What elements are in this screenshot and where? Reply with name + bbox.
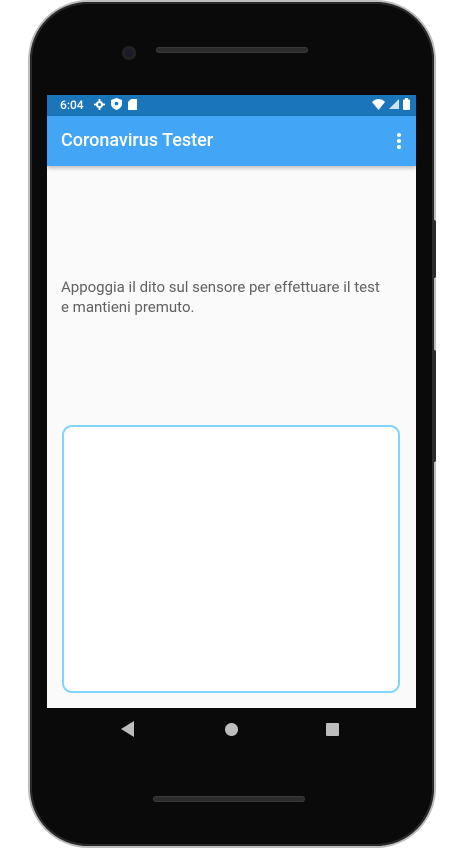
front-camera bbox=[122, 46, 136, 60]
home-icon[interactable] bbox=[225, 723, 238, 736]
signal-icon bbox=[389, 99, 399, 109]
shield-icon bbox=[111, 98, 122, 110]
recents-icon[interactable] bbox=[326, 723, 339, 736]
battery-icon bbox=[403, 98, 410, 110]
status-bar: 6:04 bbox=[47, 95, 416, 116]
status-time: 6:04 bbox=[60, 98, 84, 112]
wifi-icon bbox=[372, 98, 385, 110]
status-icons-right bbox=[372, 98, 410, 110]
volume-button[interactable] bbox=[432, 350, 436, 462]
more-vert-icon[interactable] bbox=[396, 132, 402, 150]
status-icons-left bbox=[94, 98, 137, 110]
screen: 6:04 Coronavirus Tester Appoggia il dito… bbox=[47, 95, 416, 708]
fingerprint-sensor-area[interactable] bbox=[62, 425, 400, 693]
settings-icon bbox=[94, 98, 105, 110]
app-title: Coronavirus Tester bbox=[61, 130, 214, 151]
sd-card-icon bbox=[128, 98, 137, 110]
bottom-speaker bbox=[153, 796, 305, 802]
app-bar: Coronavirus Tester bbox=[47, 116, 416, 166]
top-speaker bbox=[156, 47, 308, 53]
navigation-bar bbox=[47, 708, 416, 752]
instruction-text: Appoggia il dito sul sensore per effettu… bbox=[61, 278, 380, 316]
power-button[interactable] bbox=[432, 220, 436, 278]
back-icon[interactable] bbox=[121, 721, 134, 737]
